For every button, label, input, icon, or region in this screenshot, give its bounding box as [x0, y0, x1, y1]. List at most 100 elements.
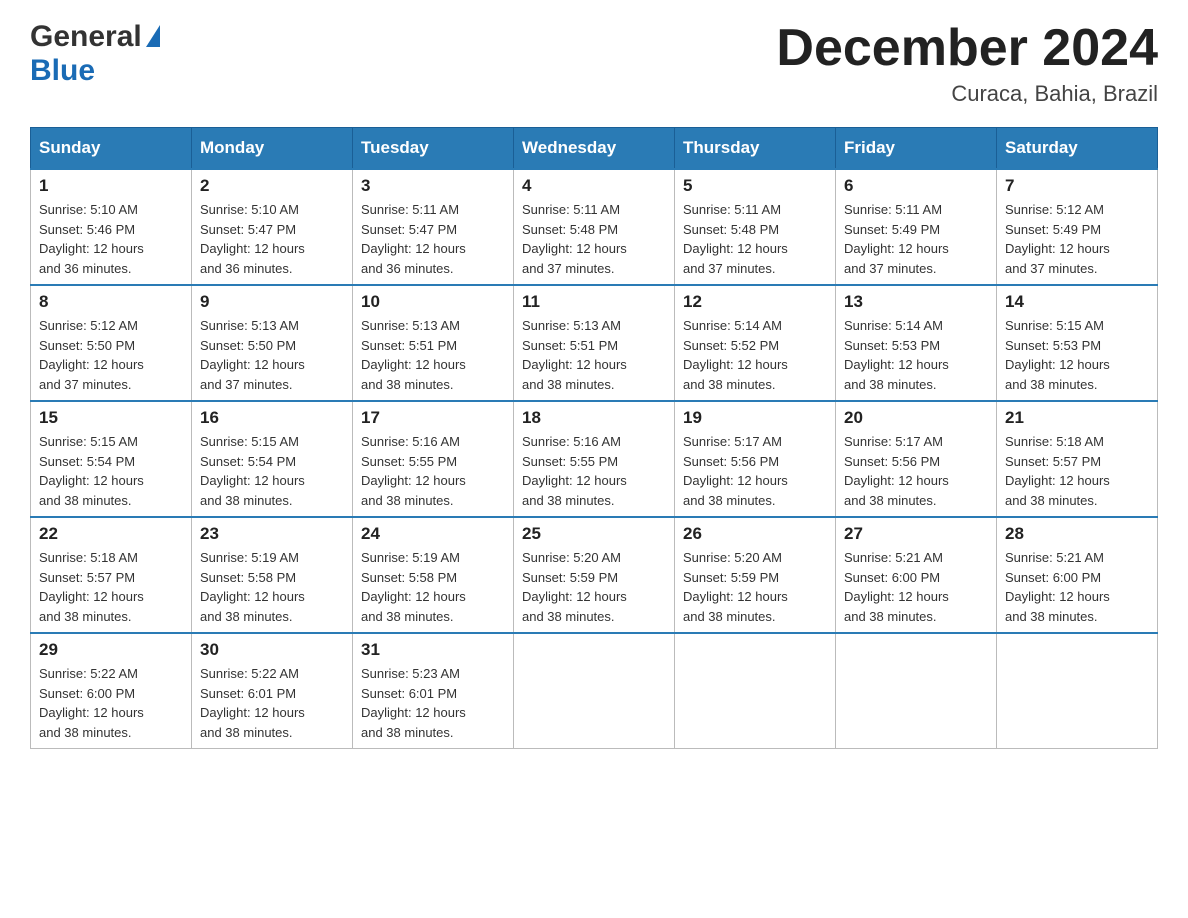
day-number: 23 — [200, 524, 344, 544]
week-row-2: 8 Sunrise: 5:12 AM Sunset: 5:50 PM Dayli… — [31, 285, 1158, 401]
day-number: 14 — [1005, 292, 1149, 312]
day-cell: 20 Sunrise: 5:17 AM Sunset: 5:56 PM Dayl… — [836, 401, 997, 517]
day-cell: 10 Sunrise: 5:13 AM Sunset: 5:51 PM Dayl… — [353, 285, 514, 401]
page-header: General Blue December 2024 Curaca, Bahia… — [30, 20, 1158, 107]
day-info: Sunrise: 5:13 AM Sunset: 5:50 PM Dayligh… — [200, 316, 344, 394]
day-info: Sunrise: 5:18 AM Sunset: 5:57 PM Dayligh… — [1005, 432, 1149, 510]
day-cell: 17 Sunrise: 5:16 AM Sunset: 5:55 PM Dayl… — [353, 401, 514, 517]
day-cell: 26 Sunrise: 5:20 AM Sunset: 5:59 PM Dayl… — [675, 517, 836, 633]
week-row-3: 15 Sunrise: 5:15 AM Sunset: 5:54 PM Dayl… — [31, 401, 1158, 517]
day-number: 21 — [1005, 408, 1149, 428]
day-number: 6 — [844, 176, 988, 196]
day-number: 19 — [683, 408, 827, 428]
day-cell: 21 Sunrise: 5:18 AM Sunset: 5:57 PM Dayl… — [997, 401, 1158, 517]
day-info: Sunrise: 5:21 AM Sunset: 6:00 PM Dayligh… — [844, 548, 988, 626]
day-cell: 25 Sunrise: 5:20 AM Sunset: 5:59 PM Dayl… — [514, 517, 675, 633]
day-info: Sunrise: 5:17 AM Sunset: 5:56 PM Dayligh… — [844, 432, 988, 510]
day-number: 31 — [361, 640, 505, 660]
day-cell: 2 Sunrise: 5:10 AM Sunset: 5:47 PM Dayli… — [192, 169, 353, 285]
logo-general-text: General — [30, 20, 142, 54]
col-header-tuesday: Tuesday — [353, 128, 514, 170]
location: Curaca, Bahia, Brazil — [776, 81, 1158, 107]
day-cell: 13 Sunrise: 5:14 AM Sunset: 5:53 PM Dayl… — [836, 285, 997, 401]
col-header-saturday: Saturday — [997, 128, 1158, 170]
day-number: 15 — [39, 408, 183, 428]
logo-blue-text: Blue — [30, 54, 95, 87]
day-number: 27 — [844, 524, 988, 544]
day-number: 2 — [200, 176, 344, 196]
day-number: 20 — [844, 408, 988, 428]
day-cell: 4 Sunrise: 5:11 AM Sunset: 5:48 PM Dayli… — [514, 169, 675, 285]
day-cell: 15 Sunrise: 5:15 AM Sunset: 5:54 PM Dayl… — [31, 401, 192, 517]
day-cell: 24 Sunrise: 5:19 AM Sunset: 5:58 PM Dayl… — [353, 517, 514, 633]
day-cell — [514, 633, 675, 749]
day-info: Sunrise: 5:14 AM Sunset: 5:52 PM Dayligh… — [683, 316, 827, 394]
day-cell — [836, 633, 997, 749]
day-number: 22 — [39, 524, 183, 544]
day-number: 25 — [522, 524, 666, 544]
day-cell: 19 Sunrise: 5:17 AM Sunset: 5:56 PM Dayl… — [675, 401, 836, 517]
day-info: Sunrise: 5:22 AM Sunset: 6:00 PM Dayligh… — [39, 664, 183, 742]
day-info: Sunrise: 5:10 AM Sunset: 5:46 PM Dayligh… — [39, 200, 183, 278]
day-cell: 27 Sunrise: 5:21 AM Sunset: 6:00 PM Dayl… — [836, 517, 997, 633]
day-info: Sunrise: 5:10 AM Sunset: 5:47 PM Dayligh… — [200, 200, 344, 278]
day-cell: 7 Sunrise: 5:12 AM Sunset: 5:49 PM Dayli… — [997, 169, 1158, 285]
day-info: Sunrise: 5:19 AM Sunset: 5:58 PM Dayligh… — [361, 548, 505, 626]
col-header-monday: Monday — [192, 128, 353, 170]
day-number: 13 — [844, 292, 988, 312]
day-info: Sunrise: 5:15 AM Sunset: 5:53 PM Dayligh… — [1005, 316, 1149, 394]
day-info: Sunrise: 5:15 AM Sunset: 5:54 PM Dayligh… — [200, 432, 344, 510]
day-number: 7 — [1005, 176, 1149, 196]
month-title: December 2024 — [776, 20, 1158, 77]
day-info: Sunrise: 5:14 AM Sunset: 5:53 PM Dayligh… — [844, 316, 988, 394]
day-info: Sunrise: 5:21 AM Sunset: 6:00 PM Dayligh… — [1005, 548, 1149, 626]
day-cell: 28 Sunrise: 5:21 AM Sunset: 6:00 PM Dayl… — [997, 517, 1158, 633]
day-info: Sunrise: 5:20 AM Sunset: 5:59 PM Dayligh… — [522, 548, 666, 626]
day-cell: 29 Sunrise: 5:22 AM Sunset: 6:00 PM Dayl… — [31, 633, 192, 749]
col-header-thursday: Thursday — [675, 128, 836, 170]
day-info: Sunrise: 5:23 AM Sunset: 6:01 PM Dayligh… — [361, 664, 505, 742]
day-info: Sunrise: 5:18 AM Sunset: 5:57 PM Dayligh… — [39, 548, 183, 626]
day-info: Sunrise: 5:12 AM Sunset: 5:49 PM Dayligh… — [1005, 200, 1149, 278]
day-cell — [675, 633, 836, 749]
day-cell: 22 Sunrise: 5:18 AM Sunset: 5:57 PM Dayl… — [31, 517, 192, 633]
day-cell: 31 Sunrise: 5:23 AM Sunset: 6:01 PM Dayl… — [353, 633, 514, 749]
week-row-5: 29 Sunrise: 5:22 AM Sunset: 6:00 PM Dayl… — [31, 633, 1158, 749]
day-number: 24 — [361, 524, 505, 544]
day-cell: 12 Sunrise: 5:14 AM Sunset: 5:52 PM Dayl… — [675, 285, 836, 401]
day-cell: 3 Sunrise: 5:11 AM Sunset: 5:47 PM Dayli… — [353, 169, 514, 285]
day-number: 1 — [39, 176, 183, 196]
day-info: Sunrise: 5:16 AM Sunset: 5:55 PM Dayligh… — [522, 432, 666, 510]
day-cell: 1 Sunrise: 5:10 AM Sunset: 5:46 PM Dayli… — [31, 169, 192, 285]
day-number: 8 — [39, 292, 183, 312]
day-cell: 5 Sunrise: 5:11 AM Sunset: 5:48 PM Dayli… — [675, 169, 836, 285]
day-cell: 9 Sunrise: 5:13 AM Sunset: 5:50 PM Dayli… — [192, 285, 353, 401]
day-info: Sunrise: 5:15 AM Sunset: 5:54 PM Dayligh… — [39, 432, 183, 510]
day-cell: 8 Sunrise: 5:12 AM Sunset: 5:50 PM Dayli… — [31, 285, 192, 401]
day-info: Sunrise: 5:11 AM Sunset: 5:49 PM Dayligh… — [844, 200, 988, 278]
day-number: 4 — [522, 176, 666, 196]
day-cell: 11 Sunrise: 5:13 AM Sunset: 5:51 PM Dayl… — [514, 285, 675, 401]
day-number: 30 — [200, 640, 344, 660]
day-number: 11 — [522, 292, 666, 312]
calendar-header-row: SundayMondayTuesdayWednesdayThursdayFrid… — [31, 128, 1158, 170]
day-info: Sunrise: 5:13 AM Sunset: 5:51 PM Dayligh… — [361, 316, 505, 394]
day-info: Sunrise: 5:11 AM Sunset: 5:48 PM Dayligh… — [522, 200, 666, 278]
day-cell: 30 Sunrise: 5:22 AM Sunset: 6:01 PM Dayl… — [192, 633, 353, 749]
day-cell — [997, 633, 1158, 749]
day-info: Sunrise: 5:11 AM Sunset: 5:48 PM Dayligh… — [683, 200, 827, 278]
day-cell: 6 Sunrise: 5:11 AM Sunset: 5:49 PM Dayli… — [836, 169, 997, 285]
day-info: Sunrise: 5:12 AM Sunset: 5:50 PM Dayligh… — [39, 316, 183, 394]
day-cell: 14 Sunrise: 5:15 AM Sunset: 5:53 PM Dayl… — [997, 285, 1158, 401]
day-number: 3 — [361, 176, 505, 196]
logo: General Blue — [30, 20, 160, 88]
calendar-table: SundayMondayTuesdayWednesdayThursdayFrid… — [30, 127, 1158, 749]
day-number: 18 — [522, 408, 666, 428]
day-info: Sunrise: 5:22 AM Sunset: 6:01 PM Dayligh… — [200, 664, 344, 742]
col-header-sunday: Sunday — [31, 128, 192, 170]
col-header-friday: Friday — [836, 128, 997, 170]
day-info: Sunrise: 5:11 AM Sunset: 5:47 PM Dayligh… — [361, 200, 505, 278]
day-cell: 16 Sunrise: 5:15 AM Sunset: 5:54 PM Dayl… — [192, 401, 353, 517]
week-row-4: 22 Sunrise: 5:18 AM Sunset: 5:57 PM Dayl… — [31, 517, 1158, 633]
day-info: Sunrise: 5:19 AM Sunset: 5:58 PM Dayligh… — [200, 548, 344, 626]
